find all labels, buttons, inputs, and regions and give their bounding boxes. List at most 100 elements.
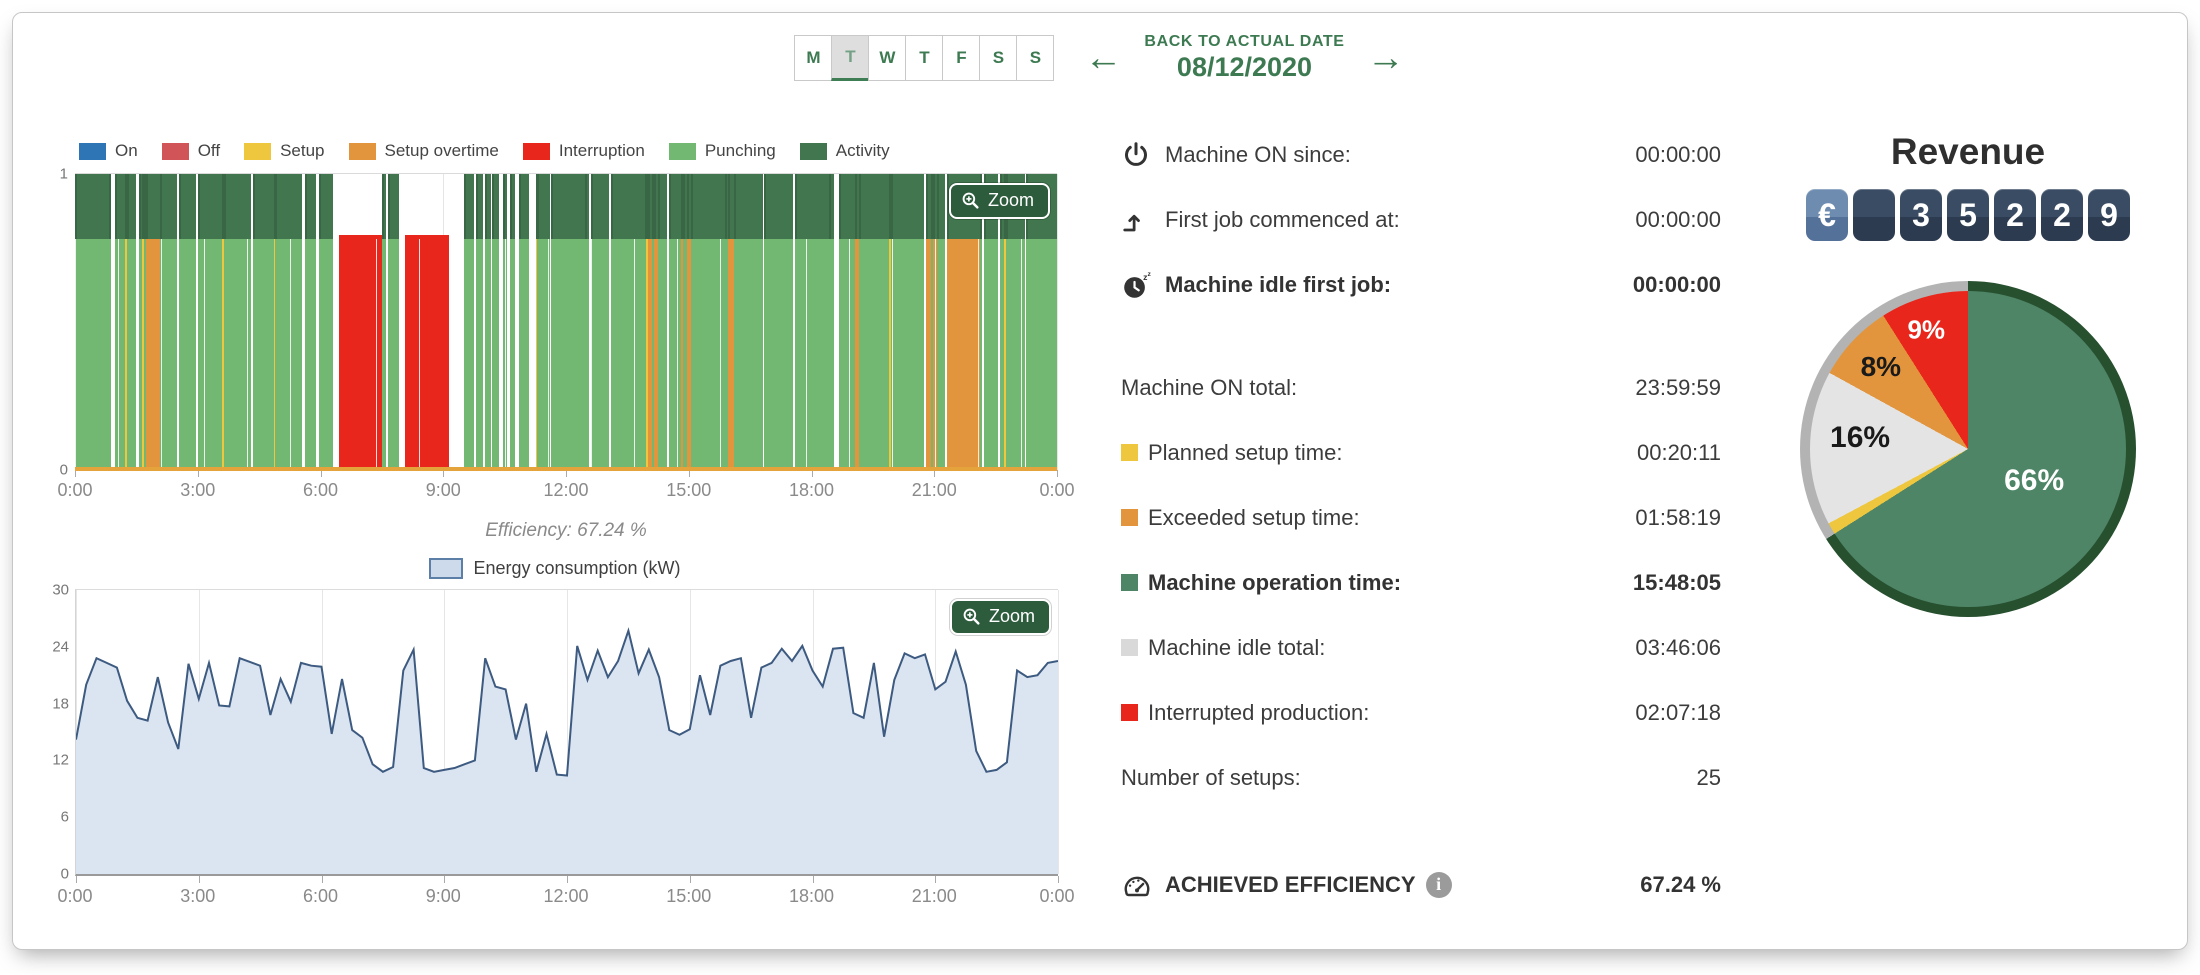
timeline-activity-band <box>795 174 834 239</box>
timeline-segment-p <box>1026 239 1057 470</box>
machine-stats-panel: Machine ON since: 00:00:00 First job comme… <box>1121 131 1721 908</box>
stat-label: First job commenced at: <box>1165 207 1400 233</box>
timeline-activity-band <box>224 174 251 239</box>
revenue-counter: €35229 <box>1785 189 2151 241</box>
date-navigation-bar: MTWTFSS ← BACK TO ACTUAL DATE 08/12/2020… <box>13 33 2187 83</box>
first-job-icon <box>1121 205 1165 235</box>
stat-value: 00:00:00 <box>1635 207 1721 233</box>
back-to-actual-date-label: BACK TO ACTUAL DATE <box>1144 33 1344 51</box>
energy-axis-tick <box>690 876 691 883</box>
timeline-x-label: 0:00 <box>1039 480 1074 501</box>
timeline-zoom-button[interactable]: Zoom <box>949 183 1050 219</box>
weekday-cell-3[interactable]: T <box>905 35 943 81</box>
machine-state-timeline-chart: Zoom 10 <box>75 173 1057 470</box>
stat-row-number-of-setups: Number of setups:25 <box>1121 754 1721 801</box>
legend-item-on: On <box>79 141 138 161</box>
info-icon[interactable]: i <box>1426 872 1452 898</box>
energy-consumption-chart: Zoom 3024181260 <box>75 589 1058 876</box>
stat-label: Machine ON since: <box>1165 142 1351 168</box>
weekday-cell-1[interactable]: T <box>831 35 869 81</box>
energy-axis-tick <box>813 876 814 883</box>
stat-label-text: First job commenced at: <box>1165 207 1400 233</box>
energy-axis-tick <box>935 876 936 883</box>
timeline-x-label: 0:00 <box>57 480 92 501</box>
timeline-segment-o <box>947 239 980 470</box>
timeline-axis-tick <box>198 470 199 477</box>
timeline-activity-band <box>179 174 196 239</box>
timeline-activity-band <box>937 174 945 239</box>
stat-label-text: Interrupted production: <box>1148 700 1369 726</box>
timeline-x-label: 21:00 <box>912 480 957 501</box>
timeline-activity-band <box>388 174 399 239</box>
timeline-segment-p <box>984 239 998 470</box>
stat-row-planned-setup-time: Planned setup time:00:20:11 <box>1121 429 1721 476</box>
legend-label: Punching <box>705 141 776 161</box>
energy-y-tick-label: 6 <box>61 809 69 826</box>
timeline-activity-band <box>319 174 333 239</box>
timeline-activity-band <box>115 174 125 239</box>
stat-row-machine-operation-time: Machine operation time:15:48:05 <box>1121 559 1721 606</box>
weekday-cell-6[interactable]: S <box>1016 35 1054 81</box>
energy-gridline <box>1058 590 1059 874</box>
legend-swatch <box>669 143 696 160</box>
pie-slice-label-8pct: 8% <box>1861 351 1901 383</box>
energy-legend-swatch <box>429 558 463 579</box>
stat-row-interrupted-production: Interrupted production:02:07:18 <box>1121 689 1721 736</box>
timeline-segment-p <box>485 239 491 470</box>
timeline-segment-p <box>127 239 136 470</box>
stat-value: 03:46:06 <box>1635 635 1721 661</box>
timeline-activity-band <box>537 174 549 239</box>
timeline-activity-band <box>510 174 516 239</box>
legend-label: Activity <box>836 141 890 161</box>
svg-text:z: z <box>1147 270 1151 277</box>
weekday-cell-4[interactable]: F <box>942 35 980 81</box>
timeline-gridline <box>1057 174 1058 470</box>
timeline-activity-band <box>691 174 728 239</box>
timeline-segment-p <box>382 239 386 470</box>
timeline-segment-p <box>115 239 125 470</box>
timeline-baseline <box>75 467 1057 471</box>
timeline-segment-p <box>476 239 483 470</box>
timeline-x-label: 15:00 <box>666 480 711 501</box>
timeline-segment-p <box>1006 239 1025 470</box>
charts-column: OnOffSetupSetup overtimeInterruptionPunc… <box>53 141 1073 912</box>
timeline-segment-p <box>795 239 834 470</box>
timeline-activity-band <box>859 174 889 239</box>
timeline-x-label: 18:00 <box>789 480 834 501</box>
energy-zoom-button[interactable]: Zoom <box>950 599 1051 635</box>
weekday-cell-5[interactable]: S <box>979 35 1017 81</box>
energy-x-label: 6:00 <box>303 886 338 907</box>
timeline-activity-band <box>734 174 763 239</box>
stat-label-text: Number of setups: <box>1121 765 1301 791</box>
timeline-segment-p <box>305 239 317 470</box>
timeline-segment-o <box>146 239 160 470</box>
timeline-segment-p <box>224 239 251 470</box>
energy-legend-label: Energy consumption (kW) <box>473 558 680 579</box>
magnifier-plus-icon <box>961 191 980 210</box>
legend-label: Setup overtime <box>385 141 499 161</box>
stat-label-text: Machine idle total: <box>1148 635 1325 661</box>
stat-swatch <box>1121 574 1138 591</box>
timeline-activity-band <box>305 174 317 239</box>
previous-day-arrow-icon[interactable]: ← <box>1084 39 1122 77</box>
back-to-actual-date[interactable]: BACK TO ACTUAL DATE 08/12/2020 <box>1144 33 1344 83</box>
revenue-digit-tile-1: 3 <box>1900 189 1942 241</box>
stat-label-text: Exceeded setup time: <box>1148 505 1360 531</box>
stat-label: Interrupted production: <box>1148 700 1369 726</box>
stat-row-exceeded-setup-time: Exceeded setup time:01:58:19 <box>1121 494 1721 541</box>
timeline-x-label: 12:00 <box>543 480 588 501</box>
timeline-axis-tick <box>75 470 76 477</box>
energy-y-tick-label: 0 <box>61 866 69 883</box>
stat-label: Machine operation time: <box>1148 570 1401 596</box>
timeline-segment-p <box>510 239 516 470</box>
timeline-segment-p <box>253 239 274 470</box>
weekday-cell-2[interactable]: W <box>868 35 906 81</box>
energy-x-axis-labels: 0:003:006:009:0012:0015:0018:0021:000:00 <box>75 886 1057 912</box>
stat-swatch <box>1121 509 1138 526</box>
energy-axis-tick <box>444 876 445 883</box>
next-day-arrow-icon[interactable]: → <box>1367 39 1405 77</box>
revenue-digit-tile-0 <box>1853 189 1895 241</box>
weekday-cell-0[interactable]: M <box>794 35 832 81</box>
timeline-activity-band <box>764 174 793 239</box>
revenue-digit-tile-2: 5 <box>1947 189 1989 241</box>
